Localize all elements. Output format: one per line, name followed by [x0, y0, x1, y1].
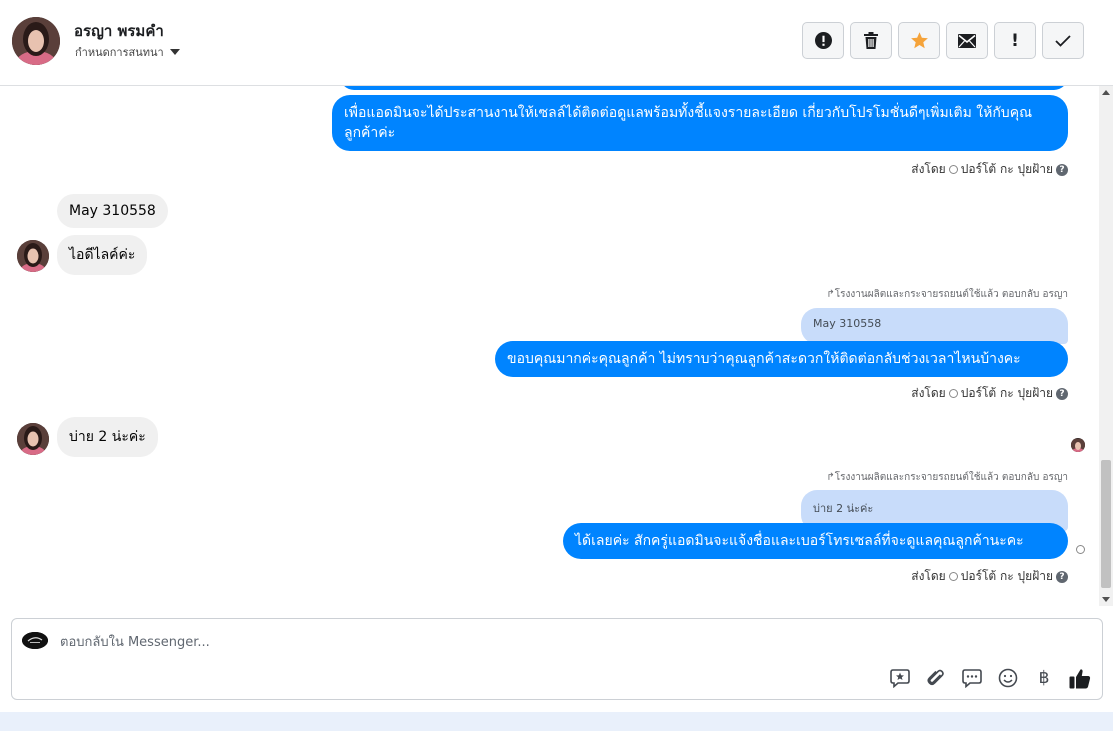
spam-button[interactable] [802, 22, 844, 59]
mark-unread-button[interactable] [946, 22, 988, 59]
contact-avatar[interactable] [12, 17, 60, 65]
baht-icon: ฿ [1038, 668, 1050, 688]
emoji-button[interactable] [996, 666, 1020, 690]
scrollbar-thumb[interactable] [1101, 460, 1111, 588]
message-thread[interactable]: เพื่อแอดมินจะได้ประสานงานให้เซลล์ได้ติดต… [0, 86, 1113, 606]
alert-circle-icon [814, 32, 832, 49]
delete-button[interactable] [850, 22, 892, 59]
incoming-message: บ่าย 2 น่ะค่ะ [57, 417, 158, 457]
sent-by-prefix: ส่งโดย [911, 162, 946, 176]
like-icon [1069, 668, 1091, 688]
incoming-message: ไอดีไลค์ค่ะ [57, 235, 148, 275]
page-avatar [22, 632, 48, 649]
quick-reply-button[interactable] [960, 666, 984, 690]
saved-reply-icon [890, 669, 910, 688]
sent-by-agent: ปอร์โต้ กะ ปุยฝ้าย [960, 162, 1053, 176]
reply-note: ↱โรงงานผลิตและกระจายรถยนต์ใช้แล้ว ตอบกลั… [826, 287, 1068, 302]
star-button[interactable] [898, 22, 940, 59]
reply-input[interactable] [60, 631, 960, 653]
star-icon [910, 32, 928, 49]
seen-avatar [1071, 438, 1085, 452]
trash-icon [864, 32, 878, 49]
reply-note: ↱โรงงานผลิตและกระจายรถยนต์ใช้แล้ว ตอบกลั… [826, 470, 1068, 485]
emoji-icon [998, 668, 1018, 688]
envelope-icon [958, 33, 976, 48]
important-button[interactable]: ! [994, 22, 1036, 59]
quoted-message: May 310558 [801, 308, 1068, 344]
payment-button[interactable]: ฿ [1032, 666, 1056, 690]
check-circle-icon [948, 572, 958, 581]
sent-by-prefix: ส่งโดย [911, 569, 946, 583]
contact-avatar-small[interactable] [17, 423, 49, 455]
caret-down-icon [169, 49, 180, 55]
sent-by-prefix: ส่งโดย [911, 386, 946, 400]
sent-by-label: ส่งโดย ปอร์โต้ กะ ปุยฝ้าย ? [911, 160, 1068, 179]
saved-reply-button[interactable] [888, 666, 912, 690]
incoming-message: May 310558 [57, 194, 168, 228]
exclamation-icon: ! [1011, 30, 1019, 51]
reply-composer: ฿ [11, 618, 1103, 700]
check-circle-icon [948, 389, 958, 398]
conversation-header: อรญา พรมคำ กำหนดการสนทนา ! [0, 0, 1113, 86]
done-button[interactable] [1042, 22, 1084, 59]
sent-by-agent: ปอร์โต้ กะ ปุยฝ้าย [960, 569, 1053, 583]
chat-bubble-icon [962, 669, 982, 688]
outgoing-message: ขอบคุณมากค่ะคุณลูกค้า ไม่ทราบว่าคุณลูกค้… [495, 341, 1068, 377]
like-button[interactable] [1068, 666, 1092, 690]
attachment-icon [927, 669, 944, 686]
outgoing-message: เพื่อแอดมินจะได้ประสานงานให้เซลล์ได้ติดต… [332, 95, 1068, 151]
scroll-up-arrow-icon[interactable] [1102, 90, 1110, 95]
check-circle-icon [948, 165, 958, 174]
reply-note-text: โรงงานผลิตและกระจายรถยนต์ใช้แล้ว ตอบกลับ… [834, 472, 1068, 483]
contact-name[interactable]: อรญา พรมคำ [74, 19, 164, 43]
outgoing-message-partial [340, 86, 1068, 90]
footer-strip [0, 712, 1113, 731]
outgoing-message: ได้เลยค่ะ สักครู่แอดมินจะแจ้งชื่อและเบอร… [563, 523, 1068, 559]
check-icon [1055, 34, 1071, 47]
delivered-check-icon [1076, 545, 1085, 554]
scroll-down-arrow-icon[interactable] [1102, 597, 1110, 602]
attach-button[interactable] [924, 666, 948, 690]
thread-scrollbar[interactable] [1099, 86, 1113, 606]
help-icon[interactable]: ? [1056, 387, 1068, 400]
help-icon[interactable]: ? [1056, 163, 1068, 176]
assign-conversation-dropdown[interactable]: กำหนดการสนทนา [75, 43, 180, 61]
sent-by-agent: ปอร์โต้ กะ ปุยฝ้าย [960, 386, 1053, 400]
sent-by-label: ส่งโดย ปอร์โต้ กะ ปุยฝ้าย ? [911, 384, 1068, 403]
sent-by-label: ส่งโดย ปอร์โต้ กะ ปุยฝ้าย ? [911, 567, 1068, 586]
reply-note-text: โรงงานผลิตและกระจายรถยนต์ใช้แล้ว ตอบกลับ… [834, 289, 1068, 300]
help-icon[interactable]: ? [1056, 570, 1068, 583]
assign-label: กำหนดการสนทนา [75, 46, 164, 59]
reply-arrow-icon: ↱ [826, 289, 835, 300]
contact-avatar-small[interactable] [17, 240, 49, 272]
reply-arrow-icon: ↱ [826, 472, 835, 483]
